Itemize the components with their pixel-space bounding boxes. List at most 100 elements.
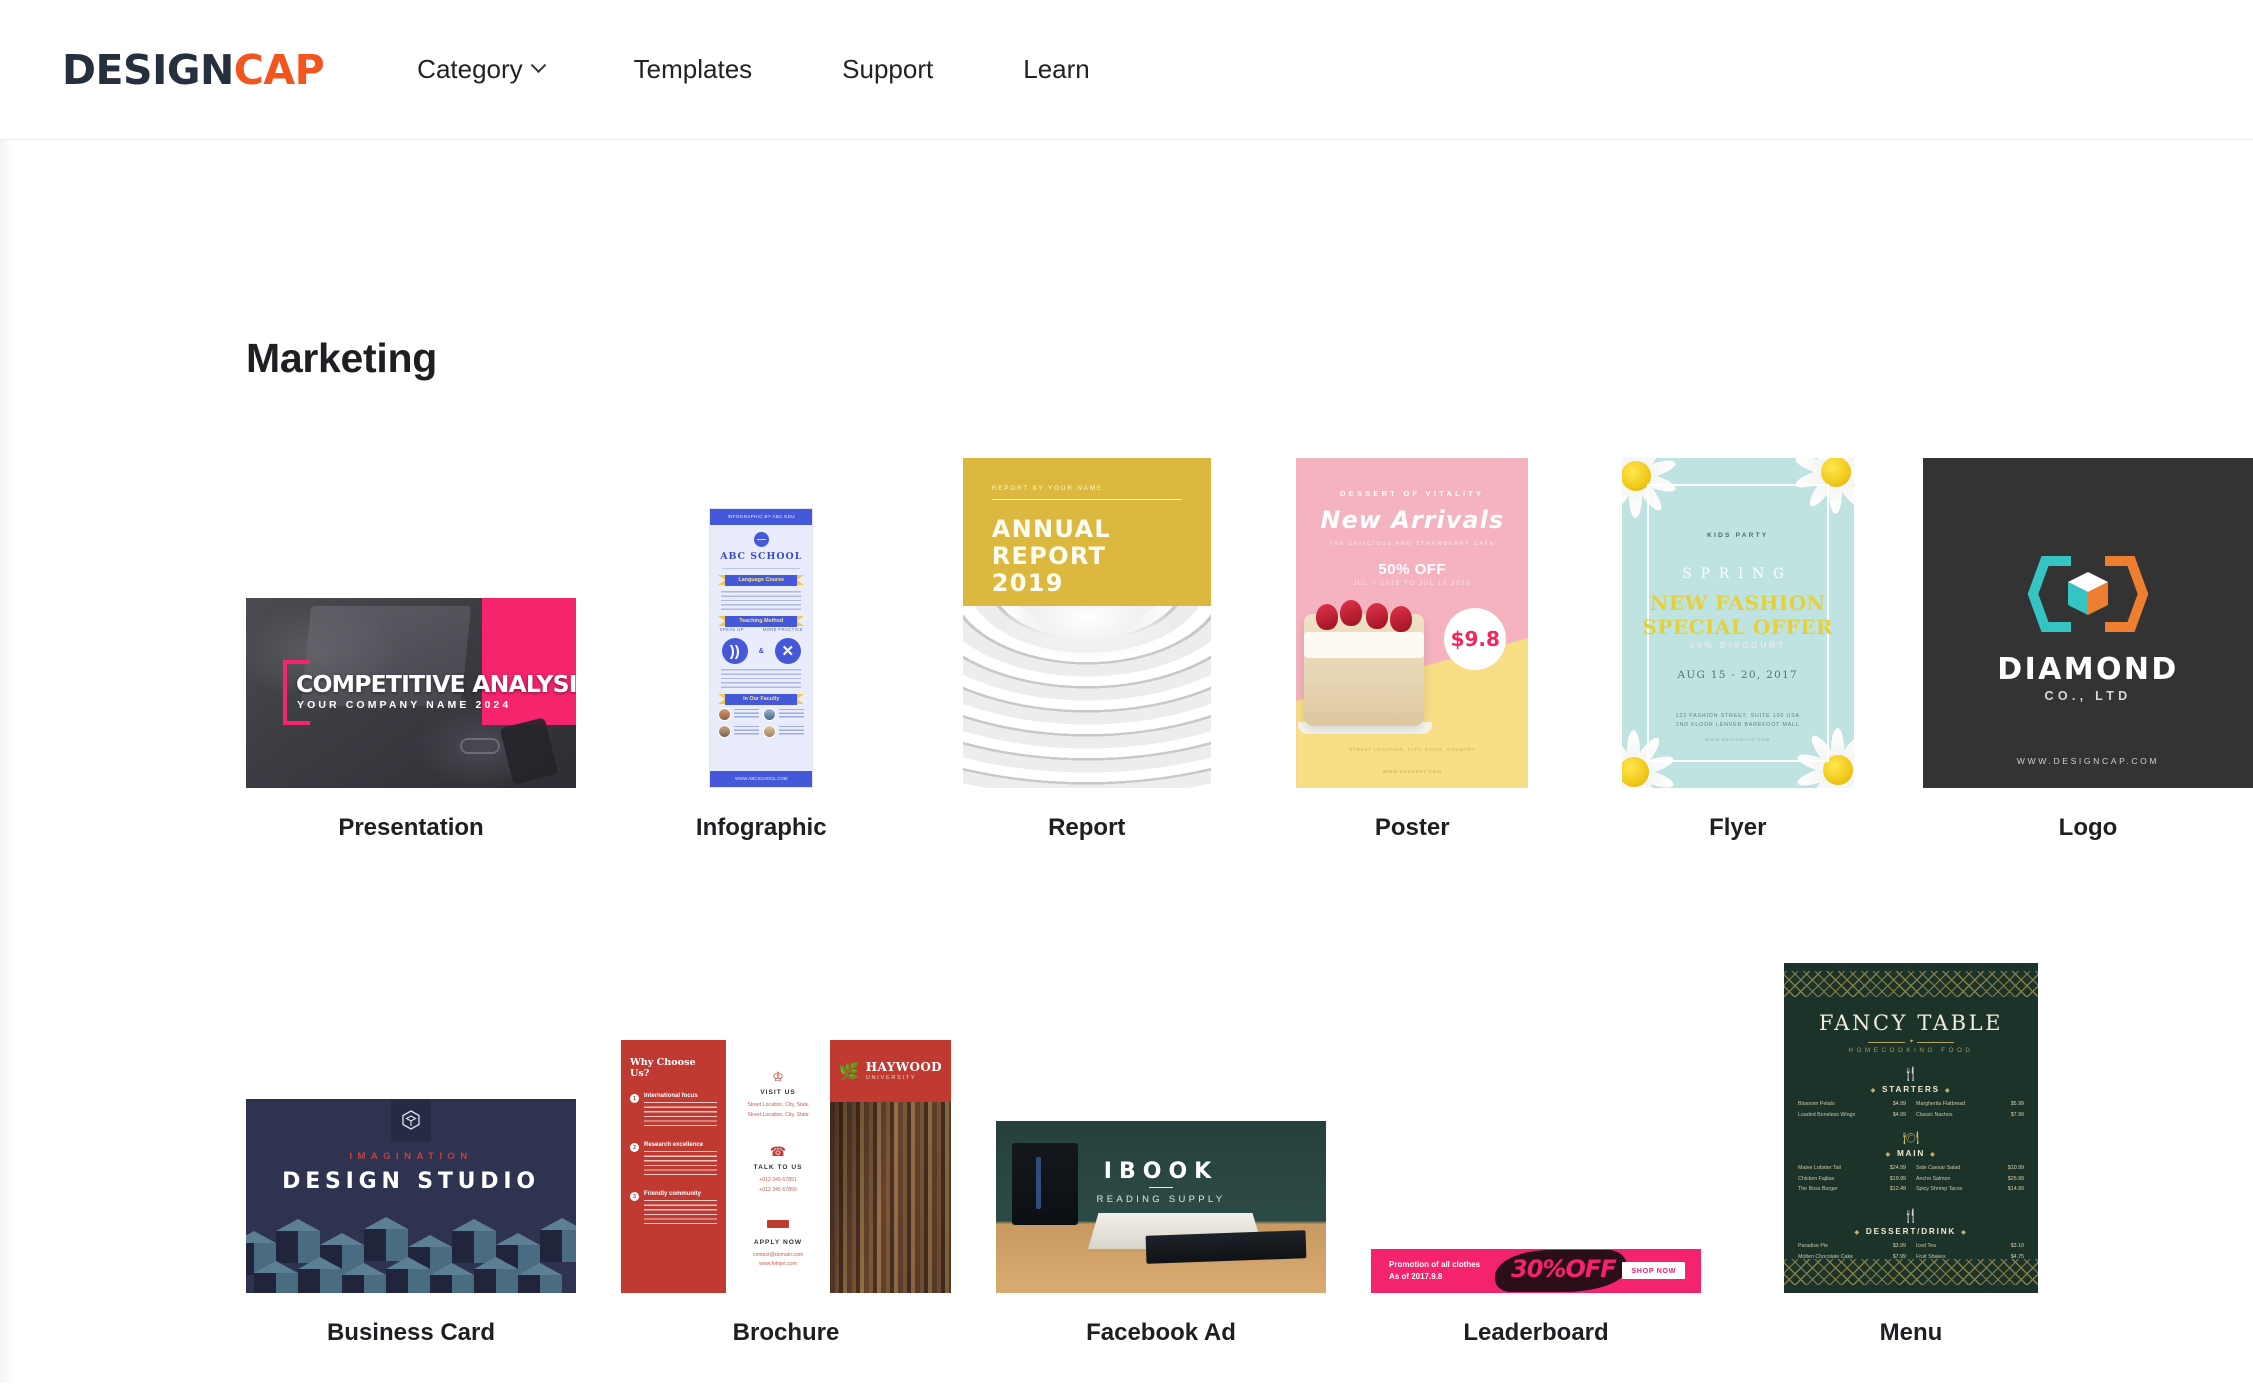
template-card-business-card[interactable]: IMAGINATION DESIGN STUDIO Business Card (246, 1099, 576, 1347)
page-title: Marketing (246, 335, 437, 381)
label-more-practice: MORE PRACTICE (762, 627, 803, 632)
standing-book-shape (1012, 1143, 1078, 1225)
nav-item-support[interactable]: Support (842, 44, 933, 95)
fork-icon: 🍴 (1902, 1208, 1920, 1223)
template-card-infographic[interactable]: INFOGRAPHIC BY ABC EDU ABC SCHOOL Langua… (621, 508, 902, 842)
avatar (763, 725, 777, 738)
menu-ornament: ✦ (1868, 1039, 1954, 1045)
item-body (644, 1151, 718, 1178)
brochure-thumbnail[interactable]: Why Choose Us? 1 International focus 2 R… (621, 1040, 951, 1293)
nav-label-templates: Templates (633, 54, 753, 84)
menu-section-main: 🍽 ◆ MAIN ◆ Maine Lobster Tail $24.99 Chicke… (1798, 1131, 2024, 1197)
report-thumbnail[interactable]: REPORT BY YOUR NAME ANNUAL REPORT 2019 (962, 458, 1211, 788)
brochure-apply-block: APPLY NOW contact@domain.com www.fotojet… (732, 1219, 823, 1271)
thumb-wrap: DESSERT OF VITALITY New Arrivals THE DEL… (1272, 458, 1553, 788)
menu-item: The Boss Burger $12.49 (1798, 1186, 1906, 1192)
section-heading-starters: ◆ STARTERS ◆ (1870, 1085, 1952, 1094)
template-card-report[interactable]: REPORT BY YOUR NAME ANNUAL REPORT 2019 R… (947, 458, 1228, 842)
designcap-logo[interactable]: DESIGN CAP (62, 46, 325, 94)
glasses-shape (460, 738, 500, 754)
flyer-thumbnail[interactable]: KIDS PARTY SPRING NEW FASHION SPECIAL OF… (1621, 458, 1854, 788)
report-line-2: REPORT (991, 542, 1107, 571)
nav-item-category[interactable]: Category (417, 44, 546, 95)
template-card-flyer[interactable]: KIDS PARTY SPRING NEW FASHION SPECIAL OF… (1598, 458, 1879, 842)
shop-now-button[interactable]: SHOP NOW (1622, 1262, 1685, 1279)
infographic-tag-2: Teaching Method (718, 616, 805, 627)
menu-column-left: Paradise Pie $3.99 Molten Chocolate Cake $… (1798, 1243, 1906, 1264)
template-card-poster[interactable]: DESSERT OF VITALITY New Arrivals THE DEL… (1272, 458, 1553, 842)
university-name: HAYWOOD (865, 1060, 942, 1075)
thumb-wrap: INFOGRAPHIC BY ABC EDU ABC SCHOOL Langua… (621, 508, 902, 788)
brochure-left-panel: Why Choose Us? 1 International focus 2 R… (621, 1040, 727, 1293)
menu-item: Iced Tea $3.10 (1916, 1243, 2024, 1249)
isometric-cube-pattern (246, 1205, 576, 1293)
strawberry (1340, 600, 1363, 626)
thumb-wrap: DIAMOND CO., LTD WWW.DESIGNCAP.COM (1923, 458, 2253, 788)
visit-heading: VISIT US (760, 1089, 796, 1096)
brochure-talk-block: ☎ TALK TO US +012 345 67891 +012 345 678… (732, 1145, 823, 1196)
divider (991, 499, 1182, 501)
facebook-ad-title: IBOOK (1103, 1159, 1219, 1184)
close-x-icon: ✕ (774, 638, 801, 664)
logo-thumbnail[interactable]: DIAMOND CO., LTD WWW.DESIGNCAP.COM (1923, 458, 2253, 788)
person-cell (718, 708, 760, 721)
strawberries (1314, 600, 1414, 632)
menu-thumbnail[interactable]: FANCY TABLE ✦ HOMECOOKING FOOD 🍴 ◆ STARTE… (1784, 963, 2038, 1293)
ampersand: & (758, 647, 764, 655)
poster-kicker: DESSERT OF VITALITY (1340, 489, 1485, 498)
item-number: 1 (630, 1094, 639, 1103)
nav-label-learn: Learn (1023, 54, 1090, 84)
facebook-ad-thumbnail[interactable]: IBOOK READING SUPPLY (996, 1121, 1326, 1293)
person-text (733, 709, 760, 720)
page-body: Marketing COMPETITIVE ANALYSIS YOUR COMP… (0, 140, 2253, 1383)
divider (1149, 1187, 1173, 1189)
card-label-facebook-ad: Facebook Ad (1086, 1319, 1236, 1346)
thumb-wrap: IMAGINATION DESIGN STUDIO (246, 1099, 576, 1293)
menu-item: Margherita Flatbread $5.99 (1916, 1101, 2024, 1107)
person-cell (718, 725, 760, 738)
presentation-thumbnail[interactable]: COMPETITIVE ANALYSIS YOUR COMPANY NAME 2… (246, 598, 576, 788)
thumb-wrap: IBOOK READING SUPPLY (996, 1121, 1326, 1293)
menu-items-grid: Maine Lobster Tail $24.99 Chicken Fajitas… (1798, 1165, 2024, 1197)
flyer-headline-1: NEW FASHION (1650, 591, 1826, 615)
item-title: International focus (644, 1093, 698, 1099)
menu-section-starters: 🍴 ◆ STARTERS ◆ Blossom Petals $4.99 Loaded … (1798, 1067, 2024, 1122)
template-card-menu[interactable]: FANCY TABLE ✦ HOMECOOKING FOOD 🍴 ◆ STARTE… (1746, 963, 2076, 1347)
template-card-logo[interactable]: DIAMOND CO., LTD WWW.DESIGNCAP.COM Logo (1923, 458, 2253, 842)
menu-title: FANCY TABLE (1818, 1011, 2004, 1035)
nav-item-templates[interactable]: Templates (634, 44, 753, 95)
menu-item: Side Caesar Salad $10.99 (1916, 1165, 2024, 1171)
infographic-thumbnail[interactable]: INFOGRAPHIC BY ABC EDU ABC SCHOOL Langua… (709, 508, 814, 788)
poster-footer-web: WWW.DESSERT.COM (1382, 769, 1442, 774)
person-text (778, 709, 805, 720)
cloche-icon: 🍽 (1902, 1130, 1920, 1145)
business-card-name: DESIGN STUDIO (282, 1169, 540, 1194)
poster-thumbnail[interactable]: DESSERT OF VITALITY New Arrivals THE DEL… (1296, 458, 1529, 788)
menu-subtitle: HOMECOOKING FOOD (1848, 1047, 1974, 1054)
leaderboard-thumbnail[interactable]: Promotion of all clothes As of 2017.9.8 … (1371, 1249, 1701, 1293)
presentation-subtitle: YOUR COMPANY NAME 2024 (297, 699, 512, 711)
university-sub: UNIVERSITY (865, 1074, 917, 1081)
poster-price: $9.8 (1450, 627, 1500, 651)
brochure-visit-block: ♔ VISIT US Street Location, City, State … (732, 1070, 823, 1121)
talk-lines: +012 345 67891 +012 345 67890 (759, 1176, 797, 1193)
apply-button-shape (767, 1219, 789, 1228)
template-card-leaderboard[interactable]: Promotion of all clothes As of 2017.9.8 … (1371, 1249, 1701, 1347)
item-title: Friendly community (644, 1191, 702, 1197)
poster-date: JUL 7 2019 TO JUL 19 2019 (1353, 580, 1472, 587)
template-card-brochure[interactable]: Why Choose Us? 1 International focus 2 R… (621, 1040, 951, 1347)
divider (722, 568, 801, 569)
item-body (644, 1102, 718, 1129)
menu-items-grid: Blossom Petals $4.99 Loaded Boneless Wing… (1798, 1101, 2024, 1122)
infographic-top-bar: INFOGRAPHIC BY ABC EDU (710, 509, 813, 525)
main-navigation: Category Templates Support Learn (417, 44, 1090, 95)
card-label-brochure: Brochure (732, 1319, 840, 1346)
flyer-kicker: KIDS PARTY (1707, 532, 1769, 539)
card-label-flyer: Flyer (1709, 814, 1767, 841)
business-card-thumbnail[interactable]: IMAGINATION DESIGN STUDIO (246, 1099, 576, 1293)
template-card-presentation[interactable]: COMPETITIVE ANALYSIS YOUR COMPANY NAME 2… (246, 598, 576, 842)
template-grid-row-1: COMPETITIVE ANALYSIS YOUR COMPANY NAME 2… (246, 442, 2253, 842)
nav-item-learn[interactable]: Learn (1023, 44, 1090, 95)
template-card-facebook-ad[interactable]: IBOOK READING SUPPLY Facebook Ad (996, 1121, 1326, 1347)
spoon-icon: 🍴 (1902, 1066, 1920, 1081)
